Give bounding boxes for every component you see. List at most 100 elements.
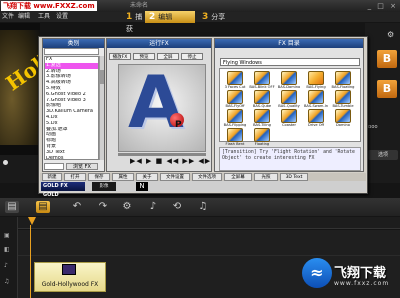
category-list[interactable]: FX 1.复选 2.转场 3.影像转场 4.高级转场 5.特效 6.Ghost Video …	[44, 56, 99, 160]
dialog-toolbar-button[interactable]: 打开	[64, 173, 86, 181]
fx-catalog-title: FX 目录	[215, 39, 363, 48]
playback-controls[interactable]: ▶◀ ▶ ■ ◀◀ ▶▶ ◀▶	[130, 157, 211, 165]
fx-thumbnail-icon	[254, 109, 270, 123]
window-controls[interactable]: _ □ ×	[368, 1, 398, 11]
fx-item[interactable]: BAS-FlyOff	[222, 90, 248, 109]
tab-label: 编辑	[158, 13, 173, 21]
library-label: Boo	[368, 125, 378, 130]
fx-item[interactable]: Flash Bent	[222, 128, 248, 147]
dialog-toolbar-button[interactable]: 关于	[136, 173, 158, 181]
clip-thumbnail	[62, 264, 76, 275]
fx-description: [Transition] Try 'Flight Rotation' and '…	[219, 147, 361, 171]
fx-grid: 3 Faces Cut BAS-Blink OFF BAS-Domino BAS-Fl…	[219, 68, 361, 146]
fx-item[interactable]: Drive Off	[303, 109, 329, 128]
dialog-toolbar-button[interactable]: 文件选项	[192, 173, 222, 181]
brand-label: 影像	[92, 182, 116, 191]
library-thumb-2[interactable]: B	[377, 80, 397, 98]
fx-thumbnail-icon	[227, 128, 243, 142]
fx-item[interactable]: BAS-Quality	[276, 90, 302, 109]
time-ruler[interactable]	[18, 217, 400, 229]
fx-thumbnail-icon	[227, 90, 243, 104]
redo-icon[interactable]: ↷	[96, 201, 110, 213]
category-combo[interactable]	[44, 48, 99, 55]
fx-item[interactable]: BAS-Tumble	[330, 90, 356, 109]
fx-thumbnail-icon	[308, 71, 324, 85]
auto-music-icon[interactable]: ⟲	[170, 201, 184, 213]
fx-thumbnail-icon	[308, 109, 324, 123]
browse-fx-button[interactable]: 浏览 FX	[66, 163, 98, 170]
play-fx-button[interactable]: 播放FX	[109, 53, 131, 60]
watermark-logo-name: 飞翔下载	[334, 266, 387, 281]
record-icon[interactable]: ⚙	[120, 201, 134, 213]
dialog-toolbar-button[interactable]: 新建	[42, 173, 62, 181]
video-track-icon[interactable]: ▣	[4, 232, 14, 240]
fx-thumbnail-icon	[281, 71, 297, 85]
fx-item[interactable]: BAS-Flipping	[222, 109, 248, 128]
dialog-toolbar-button[interactable]: 光照	[254, 173, 278, 181]
category-pane-title: 类别	[43, 39, 104, 48]
fx-item[interactable]: Floating	[249, 128, 275, 147]
fx-item[interactable]: BAS-Blink OFF	[249, 71, 275, 90]
fx-thumbnail-icon	[227, 71, 243, 85]
voice-track-icon[interactable]: ♪	[4, 262, 14, 270]
menu-tools[interactable]: 工具	[38, 12, 50, 22]
preview-ball-letter: P	[175, 120, 182, 130]
fx-item[interactable]: Coaster	[276, 109, 302, 128]
fx-item-label: Drive Off	[307, 123, 325, 127]
gear-icon[interactable]: ⚙	[387, 30, 394, 39]
category-search-input[interactable]	[44, 163, 64, 170]
category-item[interactable]: Demos	[45, 156, 98, 159]
fx-thumbnail-icon	[254, 71, 270, 85]
fx-item[interactable]: BAS-Flying	[303, 71, 329, 90]
timeline-view-icon[interactable]: ▤	[36, 201, 50, 213]
fx-item[interactable]: BAS-Floating	[330, 71, 356, 90]
playhead-line[interactable]	[30, 225, 31, 298]
dialog-toolbar-button[interactable]: 文件设置	[160, 173, 190, 181]
menu-settings[interactable]: 设置	[56, 12, 68, 22]
fx-item[interactable]: BAS-Qube	[249, 90, 275, 109]
storyboard-view-icon[interactable]: ▤	[5, 201, 19, 213]
dialog-toolbar-button[interactable]: 保存	[88, 173, 110, 181]
fx-group-select[interactable]: Flying Windows	[220, 58, 360, 66]
tab-edit[interactable]: 2 编辑	[145, 11, 195, 23]
fx-item[interactable]: Domino	[330, 109, 356, 128]
fx-item[interactable]: BAS-Tiling	[249, 109, 275, 128]
fx-item[interactable]: 3 Faces Cut	[222, 71, 248, 90]
app-title: 未命名	[130, 2, 149, 9]
menu-file[interactable]: 文件	[2, 12, 14, 22]
preview-scrubber[interactable]	[3, 160, 8, 165]
preview-position-slider[interactable]	[118, 153, 206, 156]
menu-edit[interactable]: 编辑	[18, 12, 30, 22]
stop-button[interactable]: 停止	[181, 53, 203, 60]
overlay-track-icon[interactable]: ◧	[4, 246, 14, 254]
fx-thumbnail-icon	[335, 90, 351, 104]
preview-button[interactable]: 预览	[133, 53, 155, 60]
video-track[interactable]	[18, 230, 400, 256]
music-track-icon[interactable]: ♫	[4, 278, 14, 286]
watermark-banner: 飞翔下载 www.FXXZ.com	[1, 1, 97, 11]
tab-number: 2	[149, 12, 156, 22]
brand-bar	[40, 181, 366, 192]
fx-preview-title: 运行FX	[107, 39, 211, 48]
library-thumb-1[interactable]: B	[377, 50, 397, 68]
fx-item[interactable]: BAS-Swam-In	[303, 90, 329, 109]
tab-capture[interactable]: 1 捕获	[122, 11, 144, 33]
library-options-button[interactable]: 选项	[368, 150, 398, 160]
fx-item[interactable]: BAS-Domino	[276, 71, 302, 90]
dialog-toolbar-button[interactable]: 3D Text	[280, 173, 308, 181]
fx-thumbnail-icon	[254, 128, 270, 142]
dialog-toolbar-button[interactable]: 全屏幕	[224, 173, 252, 181]
tab-share[interactable]: 3 分享	[198, 11, 238, 23]
watermark-logo-icon: ≈	[302, 258, 332, 288]
brand-n-icon: N	[136, 182, 148, 191]
fx-thumbnail-icon	[281, 90, 297, 104]
clip-label: Gold-Hollywood FX	[41, 281, 99, 288]
undo-icon[interactable]: ↶	[70, 201, 84, 213]
dialog-toolbar-button[interactable]: 属性	[112, 173, 134, 181]
audio-icon[interactable]: ♪	[146, 201, 160, 213]
fx-thumbnail-icon	[335, 71, 351, 85]
category-scroll-thumb[interactable]	[99, 70, 104, 84]
fullscreen-button[interactable]: 全屏	[157, 53, 179, 60]
fx-thumbnail-icon	[254, 90, 270, 104]
music-icon[interactable]: ♫	[196, 201, 210, 213]
